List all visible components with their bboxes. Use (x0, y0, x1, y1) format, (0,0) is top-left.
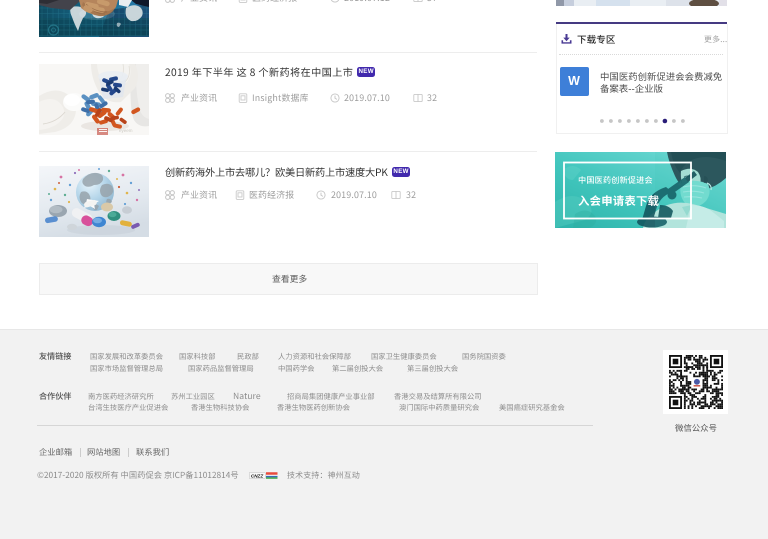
svg-text:CNZZ: CNZZ (251, 474, 263, 479)
